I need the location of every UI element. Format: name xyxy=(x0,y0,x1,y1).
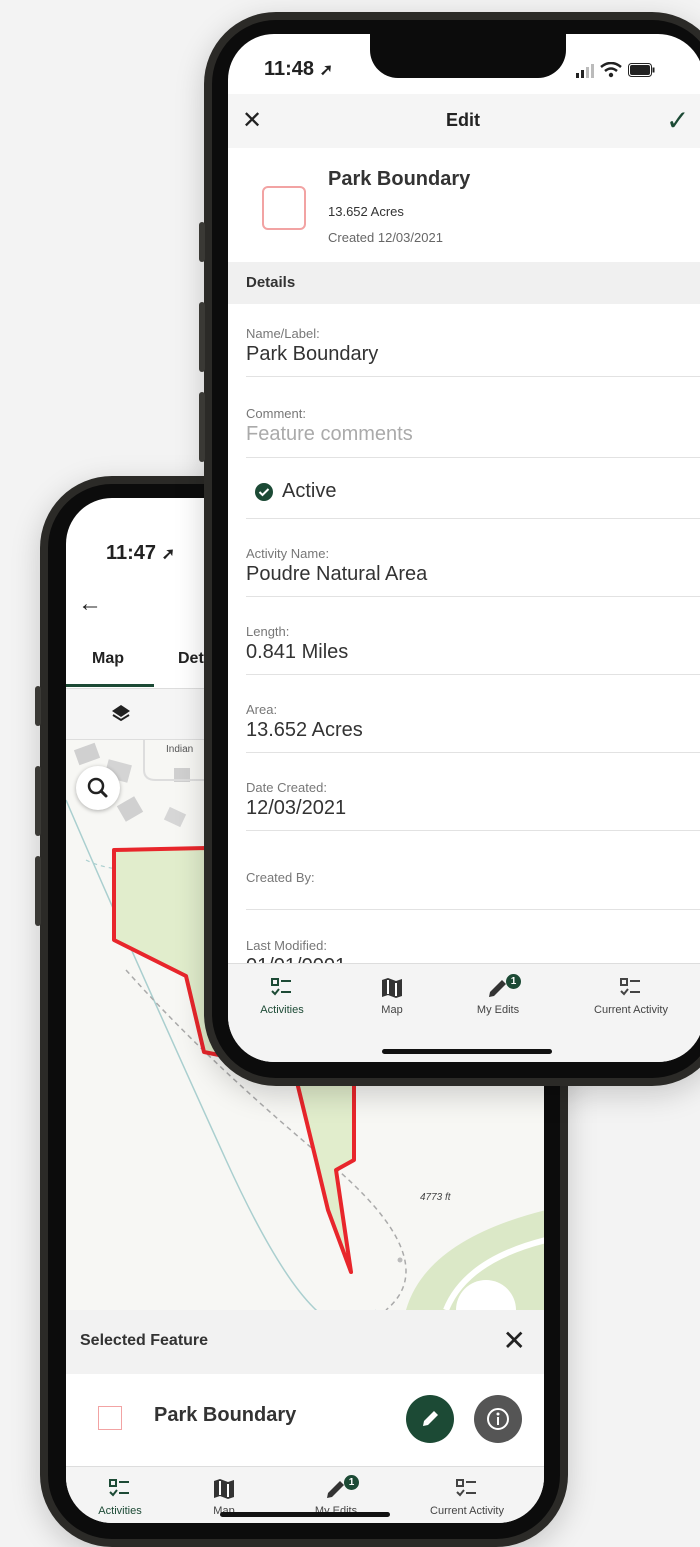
tab-activities[interactable]: Activities xyxy=(242,976,322,1016)
edits-count-badge: 1 xyxy=(506,974,521,989)
page-title: Edit xyxy=(446,110,480,130)
elevation-label: 4773 ft xyxy=(420,1192,451,1203)
field-label-date-created: Date Created: xyxy=(246,780,327,795)
close-icon[interactable]: ✕ xyxy=(242,106,262,135)
status-time: 11:48 ➚ xyxy=(264,58,334,80)
front-tabbar: Activities Map My Edits 1 Current Activi… xyxy=(228,963,700,1062)
feature-area: 13.652 Acres xyxy=(328,204,404,219)
tab-map-bottom[interactable]: Map xyxy=(362,976,422,1016)
name-field[interactable]: Park Boundary xyxy=(246,343,378,366)
map-place-label: Indian xyxy=(166,744,194,755)
back-tabbar: Activities Map My Edits 1 Current Activi… xyxy=(66,1466,544,1523)
tab-map[interactable]: Map xyxy=(92,650,124,668)
tab-details[interactable]: Det xyxy=(178,650,204,668)
tab-active-indicator xyxy=(66,684,154,687)
details-section-header: Details xyxy=(228,262,700,304)
checklist-icon xyxy=(109,1479,129,1497)
map-icon xyxy=(214,1479,234,1499)
field-label-area: Area: xyxy=(246,702,278,717)
front-screen: 11:48 ➚ ✕ Edit ✓ Park Boundary 13.652 Ac… xyxy=(228,34,700,1062)
edits-count-badge: 1 xyxy=(344,1475,359,1490)
selected-feature-header: Selected Feature ✕ xyxy=(66,1310,544,1374)
feature-name: Park Boundary xyxy=(154,1404,297,1426)
area-value: 13.652 Acres xyxy=(246,719,363,741)
activity-name-field[interactable]: Poudre Natural Area xyxy=(246,563,427,586)
feature-summary: Park Boundary 13.652 Acres Created 12/03… xyxy=(228,148,700,262)
pencil-icon xyxy=(423,1411,438,1426)
wifi-icon xyxy=(600,62,622,78)
polygon-swatch-icon xyxy=(262,186,306,230)
field-label-length: Length: xyxy=(246,624,290,639)
date-created-value: 12/03/2021 xyxy=(246,797,347,819)
active-label: Active xyxy=(282,480,337,502)
home-indicator xyxy=(382,1049,552,1054)
search-icon xyxy=(87,777,108,798)
edit-button[interactable] xyxy=(406,1395,454,1443)
tab-current-activity[interactable]: Current Activity xyxy=(576,976,686,1016)
home-indicator xyxy=(220,1512,390,1517)
tab-current-activity[interactable]: Current Activity xyxy=(412,1477,522,1517)
layers-icon[interactable] xyxy=(110,703,132,725)
front-phone: 11:48 ➚ ✕ Edit ✓ Park Boundary 13.652 Ac… xyxy=(199,12,700,1086)
checklist-icon xyxy=(620,978,640,996)
feature-name: Park Boundary xyxy=(328,168,471,190)
selected-feature-row[interactable]: Park Boundary xyxy=(66,1374,544,1462)
battery-icon xyxy=(628,63,655,77)
details-form: Name/Label: Park Boundary Comment: Featu… xyxy=(228,304,700,964)
field-label-activity: Activity Name: xyxy=(246,546,330,561)
signal-icon xyxy=(576,64,594,78)
close-icon[interactable]: ✕ xyxy=(503,1324,526,1357)
location-arrow-icon: ➚ xyxy=(319,62,334,79)
checklist-icon xyxy=(456,1479,476,1497)
info-icon xyxy=(487,1408,509,1430)
field-label-last-modified: Last Modified: xyxy=(246,938,327,953)
length-value: 0.841 Miles xyxy=(246,641,349,663)
tab-activities[interactable]: Activities xyxy=(80,1477,160,1517)
location-arrow-icon: ➚ xyxy=(161,546,176,563)
notch xyxy=(370,34,566,78)
checkmark-icon[interactable]: ✓ xyxy=(666,104,689,137)
check-circle-icon xyxy=(255,483,273,501)
nav-bar: ✕ Edit ✓ xyxy=(228,94,700,149)
tab-my-edits[interactable]: My Edits 1 xyxy=(458,974,538,1016)
map-search-button[interactable] xyxy=(76,766,120,810)
checklist-icon xyxy=(271,978,291,996)
field-label-comment: Comment: xyxy=(246,406,306,421)
tab-my-edits[interactable]: My Edits 1 xyxy=(296,1475,376,1517)
status-time: 11:47 ➚ xyxy=(106,542,176,564)
comment-field[interactable]: Feature comments xyxy=(246,423,413,446)
tab-map-bottom[interactable]: Map xyxy=(194,1477,254,1517)
field-label-name: Name/Label: xyxy=(246,326,320,341)
back-arrow-icon[interactable]: ← xyxy=(78,590,102,618)
feature-created: Created 12/03/2021 xyxy=(328,230,443,245)
field-label-created-by: Created By: xyxy=(246,870,315,885)
map-icon xyxy=(382,978,402,998)
selected-feature-title: Selected Feature xyxy=(80,1332,209,1349)
polygon-swatch-icon xyxy=(98,1406,122,1430)
info-button[interactable] xyxy=(474,1395,522,1443)
